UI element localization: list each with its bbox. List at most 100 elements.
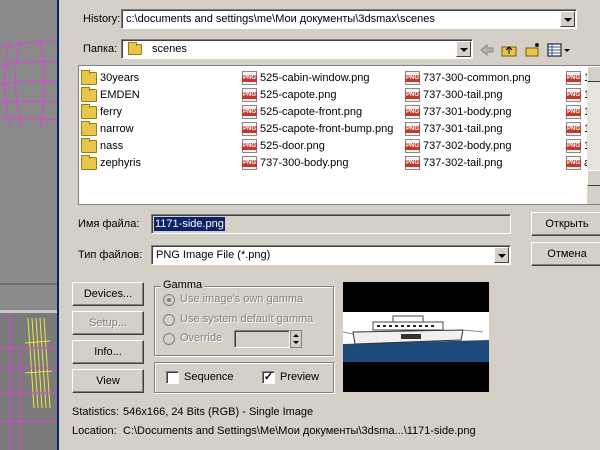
file-name: EMDEN xyxy=(100,89,140,101)
png-file-icon xyxy=(405,122,421,136)
file-list-item[interactable]: 737-302-tail.png xyxy=(405,155,503,171)
file-list-item[interactable]: 30years xyxy=(81,69,140,86)
png-file-icon xyxy=(242,156,258,170)
cancel-button[interactable]: Отмена xyxy=(531,242,600,266)
new-folder-icon[interactable] xyxy=(525,42,541,58)
gamma-default-label: Use system default gamma xyxy=(180,313,314,325)
png-file-icon xyxy=(242,71,258,85)
chevron-down-icon[interactable] xyxy=(560,11,575,27)
filetype-combo[interactable]: PNG Image File (*.png) xyxy=(151,245,511,265)
file-list[interactable]: 30years EMDEN ferry narrow nass zephyris 525-… xyxy=(78,65,600,205)
folder-icon xyxy=(81,103,97,119)
view-button[interactable]: View xyxy=(72,369,144,393)
top-viewport xyxy=(0,0,57,310)
file-list-item[interactable]: 525-cabin-window.png xyxy=(242,70,369,86)
file-name: 525-capote.png xyxy=(260,89,337,101)
folder-combo[interactable]: scenes xyxy=(121,39,473,59)
file-name: 30years xyxy=(100,72,140,84)
file-list-item[interactable]: ferry xyxy=(81,103,122,120)
png-file-icon xyxy=(405,88,421,102)
scroll-up-button[interactable] xyxy=(587,66,600,82)
gamma-override-radio[interactable] xyxy=(163,333,175,345)
file-name: 737-301-tail.png xyxy=(423,123,503,135)
file-name: 737-302-tail.png xyxy=(423,157,503,169)
devices-button[interactable]: Devices... xyxy=(72,282,144,306)
folder-icon xyxy=(128,42,142,55)
gamma-title: Gamma xyxy=(161,279,205,291)
setup-button[interactable]: Setup... xyxy=(72,311,144,335)
folder-label: Папка: xyxy=(83,43,118,55)
info-button[interactable]: Info... xyxy=(72,340,144,364)
gamma-spinner[interactable] xyxy=(290,330,302,348)
preview-checkbox[interactable]: ✓ xyxy=(262,371,275,384)
folder-icon xyxy=(81,120,97,136)
open-image-dialog: History: c:\documents and settings\me\Мо… xyxy=(57,0,600,450)
open-button[interactable]: Открыть xyxy=(531,212,600,236)
chevron-down-icon[interactable] xyxy=(456,41,471,57)
folder-icon xyxy=(81,154,97,170)
png-file-icon xyxy=(242,122,258,136)
sequence-checkbox[interactable] xyxy=(166,371,179,384)
png-file-icon xyxy=(242,105,258,119)
gamma-own-label: Use image's own gamma xyxy=(180,293,304,305)
png-file-icon xyxy=(566,139,582,153)
file-list-item[interactable]: narrow xyxy=(81,120,134,137)
png-file-icon xyxy=(405,71,421,85)
file-list-item[interactable]: 737-301-body.png xyxy=(405,104,511,120)
filename-field[interactable]: 1171-side.png xyxy=(151,214,511,234)
file-list-item[interactable]: nass xyxy=(81,137,124,154)
file-list-item[interactable]: 525-door.png xyxy=(242,138,325,154)
folder-icon xyxy=(81,86,97,102)
vertical-scrollbar[interactable] xyxy=(587,66,600,186)
filename-label: Имя файла: xyxy=(78,218,140,230)
filename-value: 1171-side.png xyxy=(154,217,225,231)
file-list-item[interactable]: 737-300-tail.png xyxy=(405,87,503,103)
png-file-icon xyxy=(566,122,582,136)
wireframe-mesh-top xyxy=(0,39,57,285)
file-name: zephyris xyxy=(100,157,141,169)
file-name: ferry xyxy=(100,106,122,118)
bottom-viewport xyxy=(0,313,57,450)
sequence-label: Sequence xyxy=(184,371,234,383)
png-file-icon xyxy=(242,139,258,153)
location-value: C:\Documents and Settings\Me\Мои докумен… xyxy=(123,425,476,437)
statistics-value: 546x166, 24 Bits (RGB) - Single Image xyxy=(123,406,314,418)
png-file-icon xyxy=(405,139,421,153)
file-list-item[interactable]: zephyris xyxy=(81,154,141,171)
file-name: 525-door.png xyxy=(260,140,325,152)
wireframe-mesh-bottom xyxy=(0,313,57,450)
file-list-item[interactable]: 525-capote-front.png xyxy=(242,104,362,120)
back-arrow-icon[interactable] xyxy=(479,42,495,58)
file-name: 737-302-body.png xyxy=(423,140,512,152)
statistics-label: Statistics: xyxy=(72,406,120,418)
gamma-default-radio[interactable] xyxy=(163,314,175,326)
png-file-icon xyxy=(405,105,421,119)
file-name: 525-cabin-window.png xyxy=(260,72,370,84)
gamma-own-radio[interactable] xyxy=(163,294,175,306)
file-name: 737-301-body.png xyxy=(423,106,512,118)
up-folder-icon[interactable] xyxy=(501,42,517,58)
filetype-label: Тип файлов: xyxy=(78,249,143,261)
file-name: 525-capote-front-bump.png xyxy=(260,123,394,135)
file-list-item[interactable]: EMDEN xyxy=(81,86,140,103)
file-list-item[interactable]: 737-300-common.png xyxy=(405,70,531,86)
file-list-item[interactable]: 737-302-body.png xyxy=(405,138,511,154)
file-list-item[interactable]: 525-capote.png xyxy=(242,87,336,103)
scroll-down-button[interactable] xyxy=(587,170,600,186)
image-preview xyxy=(343,282,489,392)
file-name: nass xyxy=(100,140,124,152)
file-list-item[interactable]: 737-300-body.png xyxy=(242,155,348,171)
png-file-icon xyxy=(566,71,582,85)
gamma-override-label: Override xyxy=(180,332,223,344)
scroll-corner xyxy=(587,186,600,204)
file-list-item[interactable]: 525-capote-front-bump.png xyxy=(242,121,393,137)
png-file-icon xyxy=(566,156,582,170)
chevron-down-icon[interactable] xyxy=(494,247,509,263)
history-combo[interactable]: c:\documents and settings\me\Мои докумен… xyxy=(121,9,577,29)
file-name: 737-300-common.png xyxy=(423,72,531,84)
file-list-item[interactable]: 737-301-tail.png xyxy=(405,121,503,137)
filetype-value: PNG Image File (*.png) xyxy=(156,249,271,261)
gamma-override-input[interactable] xyxy=(234,330,290,348)
view-menu-icon[interactable] xyxy=(547,42,571,58)
ferry-preview-image xyxy=(343,282,489,392)
